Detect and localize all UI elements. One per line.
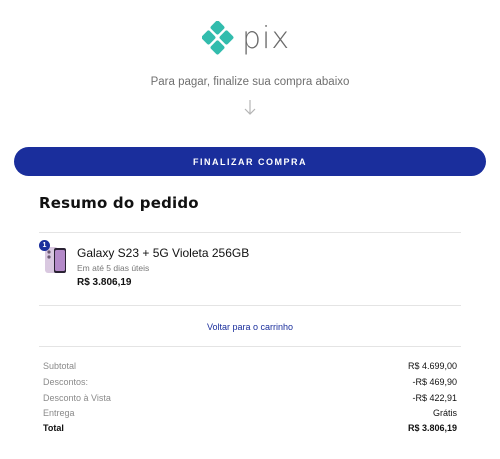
discounts-row: Descontos: -R$ 469,90 bbox=[43, 377, 457, 387]
divider bbox=[39, 232, 461, 233]
subtotal-label: Subtotal bbox=[43, 361, 77, 371]
cash-discount-label: Desconto à Vista bbox=[43, 393, 111, 403]
total-label: Total bbox=[43, 423, 64, 433]
shipping-label: Entrega bbox=[43, 408, 75, 418]
back-to-cart-link[interactable]: Voltar para o carrinho bbox=[0, 322, 500, 332]
finalize-purchase-button[interactable]: FINALIZAR COMPRA bbox=[14, 147, 486, 176]
product-name: Galaxy S23 + 5G Violeta 256GB bbox=[77, 246, 250, 260]
order-summary-title: Resumo do pedido bbox=[39, 194, 199, 212]
arrow-down-icon bbox=[244, 100, 256, 115]
pix-wordmark: pix bbox=[242, 20, 291, 56]
delivery-estimate: Em até 5 dias úteis bbox=[77, 263, 150, 273]
cash-discount-row: Desconto à Vista -R$ 422,91 bbox=[43, 393, 457, 403]
subtotal-row: Subtotal R$ 4.699,00 bbox=[43, 361, 457, 371]
cash-discount-value: -R$ 422,91 bbox=[412, 393, 457, 403]
pix-logo: pix bbox=[202, 18, 302, 58]
pix-diamond-icon bbox=[202, 21, 234, 55]
discounts-label: Descontos: bbox=[43, 377, 89, 387]
shipping-row: Entrega Grátis bbox=[43, 408, 457, 418]
divider bbox=[39, 305, 461, 306]
total-row: Total R$ 3.806,19 bbox=[43, 423, 457, 433]
discounts-value: -R$ 469,90 bbox=[412, 377, 457, 387]
payment-instruction: Para pagar, finalize sua compra abaixo bbox=[150, 76, 350, 88]
product-price: R$ 3.806,19 bbox=[77, 277, 132, 288]
subtotal-value: R$ 4.699,00 bbox=[407, 361, 457, 371]
divider bbox=[39, 346, 461, 347]
total-value: R$ 3.806,19 bbox=[407, 423, 457, 433]
shipping-value: Grátis bbox=[432, 408, 457, 418]
quantity-badge: 1 bbox=[39, 240, 50, 251]
